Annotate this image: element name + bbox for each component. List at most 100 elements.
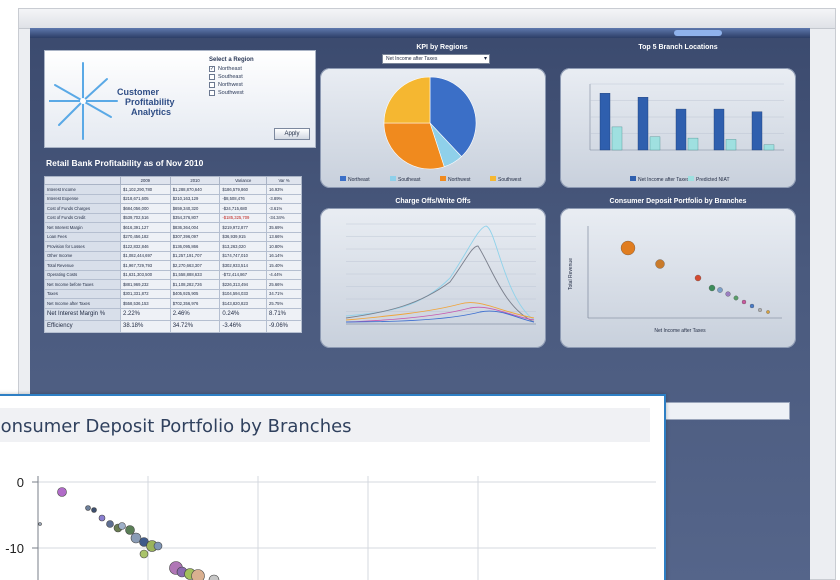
screenshot-stage: Customer Profitability Analytics Select … — [0, 0, 840, 580]
legend-label: Southwest — [498, 177, 522, 183]
app-logo-text: Customer Profitability Analytics — [117, 87, 175, 117]
row-label: Cost of Funds Credit — [44, 212, 121, 223]
table-row: Net Interest Margin % 2.22% 2.46% 0.24% 8.71… — [44, 307, 302, 321]
bar — [713, 108, 725, 151]
table-cell: $616,391,127 — [120, 222, 171, 233]
logo-line: Profitability — [125, 97, 175, 107]
row-label: Net Income after Taxes — [44, 298, 121, 309]
zoomed-chart-callout: Consumer Deposit Portfolio by Branches 0… — [0, 394, 666, 580]
bubble — [733, 295, 739, 301]
row-label: Total Revenue — [44, 260, 121, 271]
table-cell: $684,056,000 — [120, 203, 171, 214]
row-label: Efficiency — [44, 319, 121, 333]
table-cell: -3.61% — [266, 203, 302, 214]
region-option[interactable]: Northwest — [209, 81, 295, 89]
series-line — [345, 302, 535, 321]
row-label: Taxes — [44, 288, 121, 299]
region-option[interactable]: ✓ Northeast — [209, 65, 295, 73]
table-header-row: 2009 2010 Variance Var % — [44, 176, 302, 185]
row-label: Loan Fees — [44, 231, 121, 242]
legend-swatch — [490, 176, 496, 181]
row-label: Net Interest Margin — [44, 222, 121, 233]
table-row: Other Income $1,082,444,697 $1,257,191,707… — [44, 250, 302, 261]
row-label: Cost of Funds Charges — [44, 203, 121, 214]
table-cell: $136,095,866 — [169, 241, 221, 252]
bubble — [153, 541, 163, 551]
table-cell: 2.46% — [169, 307, 221, 321]
table-cell: $1,108,282,726 — [169, 279, 221, 290]
bar — [763, 144, 775, 151]
table-cell: 2.22% — [120, 307, 171, 321]
table-cell: $226,313,494 — [219, 279, 267, 290]
table-cell: $881,969,232 — [120, 279, 171, 290]
table-cell: -3.89% — [266, 193, 302, 204]
legend-swatch — [440, 176, 446, 181]
checkbox[interactable] — [209, 74, 215, 80]
table-cell: -9.06% — [266, 319, 302, 333]
table-cell: $104,594,033 — [219, 288, 267, 299]
bubble — [38, 522, 42, 526]
table-cell: $1,288,870,640 — [169, 184, 221, 195]
region-filter: Select a Region ✓ Northeast Southeast Nor… — [209, 57, 295, 125]
checkbox-checked[interactable]: ✓ — [209, 66, 215, 72]
bubble — [758, 308, 762, 312]
logo-line: Analytics — [131, 107, 172, 117]
column-header: Variance — [219, 176, 267, 185]
legend-label: Northwest — [448, 177, 471, 183]
bubble — [717, 287, 723, 293]
top-branch-bar-chart: Net Income after Taxes Predicted NIAT — [589, 83, 784, 183]
checkbox[interactable] — [209, 82, 215, 88]
chargeoff-line-chart — [345, 223, 536, 325]
top-branch-title: Top 5 Branch Locations — [638, 44, 718, 51]
kpi-chart-panel: Northeast Southeast Northwest Southwest — [320, 68, 546, 188]
region-option[interactable]: Southeast — [209, 73, 295, 81]
table-cell: $1,082,444,697 — [120, 250, 171, 261]
table-row: Net Income before Taxes $881,969,232 $1,10… — [44, 279, 302, 290]
series-line — [345, 225, 535, 321]
series-line — [345, 306, 535, 323]
table-cell: $1,102,290,780 — [120, 184, 171, 195]
table-cell: $307,396,097 — [169, 231, 221, 242]
table-row: Cost of Funds Charges $684,056,000 $659,34… — [44, 203, 302, 214]
bubble — [620, 240, 636, 256]
table-cell: 13.66% — [266, 231, 302, 242]
table-cell: 8.71% — [266, 307, 302, 321]
column-header: 2010 — [169, 176, 221, 185]
table-cell: -3.46% — [219, 319, 267, 333]
table-cell: $174,747,010 — [219, 250, 267, 261]
table-cell: $302,933,514 — [219, 260, 267, 271]
table-cell: 35.69% — [266, 222, 302, 233]
table-cell: $143,820,823 — [219, 298, 267, 309]
table-row: Efficiency 38.18% 34.72% -3.46% -9.06% — [44, 319, 302, 333]
table-cell: $186,579,860 — [219, 184, 267, 195]
y-tick-label: -10 — [5, 541, 24, 556]
table-cell: $1,558,888,633 — [169, 269, 221, 280]
table-cell: $1,257,191,707 — [169, 250, 221, 261]
bar — [675, 108, 687, 151]
legend-swatch — [390, 176, 396, 181]
apply-button[interactable]: Apply — [274, 128, 310, 140]
x-axis-title: Net Income after Taxes — [654, 328, 706, 334]
region-option[interactable]: Southwest — [209, 89, 295, 97]
bar — [637, 97, 649, 151]
chargeoff-panel — [320, 208, 546, 348]
kpi-measure-select[interactable]: Net Income after Taxes — [382, 54, 490, 64]
top-bar-tab[interactable] — [674, 30, 722, 36]
row-label: Other Income — [44, 250, 121, 261]
bubble — [741, 299, 747, 305]
table-cell: $405,925,905 — [169, 288, 221, 299]
y-axis-title: Total Revenue — [568, 258, 574, 290]
bubble — [139, 549, 149, 559]
bubble — [91, 507, 97, 513]
bubble — [106, 520, 114, 528]
starburst-logo-icon — [49, 62, 118, 140]
legend-label: Southeast — [398, 177, 421, 183]
table-cell: $539,702,516 — [120, 212, 171, 223]
table-row: Interest Income $1,102,290,780 $1,288,870,… — [44, 184, 302, 195]
checkbox[interactable] — [209, 90, 215, 96]
bubble — [208, 574, 220, 580]
zoomed-bubble-chart: 0 -10 — [5, 475, 656, 580]
table-cell: $36,939,915 — [219, 231, 267, 242]
legend-swatch — [630, 176, 636, 181]
table-cell: $210,163,129 — [169, 193, 221, 204]
